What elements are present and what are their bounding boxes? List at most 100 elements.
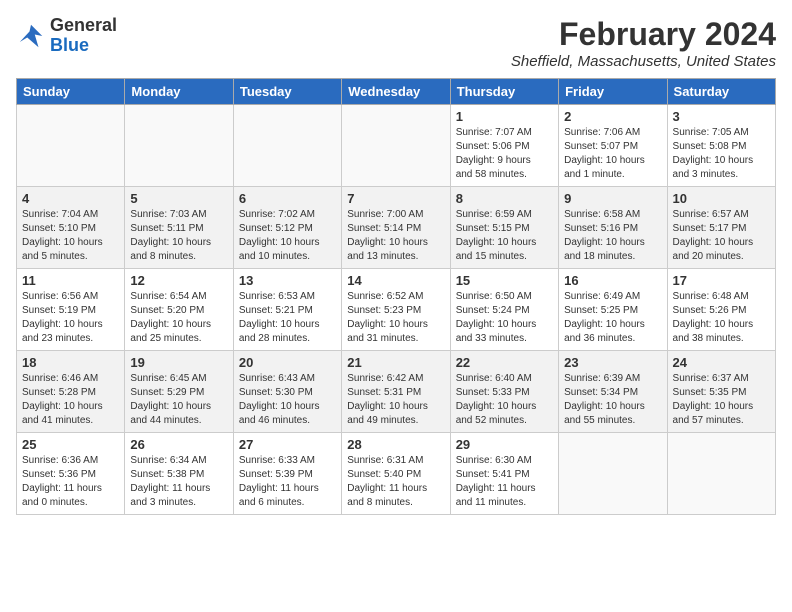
day-info: Sunrise: 7:02 AM Sunset: 5:12 PM Dayligh… [239,208,336,264]
calendar-day-cell: 7 Sunrise: 7:00 AM Sunset: 5:14 PM Daylig… [342,187,450,269]
day-info: Sunrise: 6:31 AM Sunset: 5:40 PM Dayligh… [347,454,444,510]
day-info: Sunrise: 6:53 AM Sunset: 5:21 PM Dayligh… [239,290,336,346]
calendar-day-cell: 22 Sunrise: 6:40 AM Sunset: 5:33 PM Dayli… [450,351,558,433]
logo-bird-icon [16,21,46,51]
calendar-day-cell: 5 Sunrise: 7:03 AM Sunset: 5:11 PM Daylig… [125,187,233,269]
calendar-header-row: SundayMondayTuesdayWednesdayThursdayFrid… [17,79,776,105]
day-info: Sunrise: 6:46 AM Sunset: 5:28 PM Dayligh… [22,372,119,428]
day-info: Sunrise: 6:34 AM Sunset: 5:38 PM Dayligh… [130,454,227,510]
day-number: 16 [564,273,661,288]
calendar-day-cell: 10 Sunrise: 6:57 AM Sunset: 5:17 PM Dayli… [667,187,775,269]
calendar-day-cell [233,105,341,187]
day-number: 6 [239,191,336,206]
calendar-day-cell [342,105,450,187]
calendar-day-cell: 26 Sunrise: 6:34 AM Sunset: 5:38 PM Dayli… [125,433,233,515]
day-number: 28 [347,437,444,452]
day-info: Sunrise: 6:43 AM Sunset: 5:30 PM Dayligh… [239,372,336,428]
calendar-day-cell: 8 Sunrise: 6:59 AM Sunset: 5:15 PM Daylig… [450,187,558,269]
day-number: 5 [130,191,227,206]
calendar-day-cell: 15Sunrise: 6:50 AM Sunset: 5:24 PM Dayli… [450,269,558,351]
day-number: 7 [347,191,444,206]
calendar-day-cell: 3Sunrise: 7:05 AM Sunset: 5:08 PM Daylig… [667,105,775,187]
day-number: 8 [456,191,553,206]
day-info: Sunrise: 6:30 AM Sunset: 5:41 PM Dayligh… [456,454,553,510]
calendar-week-row: 11 Sunrise: 6:56 AM Sunset: 5:19 PM Dayli… [17,269,776,351]
title-area: February 2024 Sheffield, Massachusetts, … [511,16,776,70]
calendar-header: SundayMondayTuesdayWednesdayThursdayFrid… [17,79,776,105]
day-number: 1 [456,109,553,124]
calendar-day-cell: 21 Sunrise: 6:42 AM Sunset: 5:31 PM Dayli… [342,351,450,433]
calendar-day-cell: 29 Sunrise: 6:30 AM Sunset: 5:41 PM Dayli… [450,433,558,515]
day-number: 18 [22,355,119,370]
calendar-day-cell: 13 Sunrise: 6:53 AM Sunset: 5:21 PM Dayli… [233,269,341,351]
day-number: 22 [456,355,553,370]
calendar-day-cell: 20 Sunrise: 6:43 AM Sunset: 5:30 PM Dayli… [233,351,341,433]
calendar-day-cell [125,105,233,187]
calendar-header-cell: Monday [125,79,233,105]
day-info: Sunrise: 6:48 AM Sunset: 5:26 PM Dayligh… [673,290,770,346]
calendar-day-cell: 2 Sunrise: 7:06 AM Sunset: 5:07 PM Daylig… [559,105,667,187]
calendar-header-cell: Tuesday [233,79,341,105]
calendar-header-cell: Wednesday [342,79,450,105]
day-info: Sunrise: 7:05 AM Sunset: 5:08 PM Dayligh… [673,126,770,182]
day-number: 20 [239,355,336,370]
calendar-day-cell [559,433,667,515]
calendar-day-cell: 17Sunrise: 6:48 AM Sunset: 5:26 PM Dayli… [667,269,775,351]
logo: General Blue [16,16,117,56]
page-title: February 2024 [511,16,776,53]
day-info: Sunrise: 6:56 AM Sunset: 5:19 PM Dayligh… [22,290,119,346]
day-number: 24 [673,355,770,370]
day-info: Sunrise: 7:04 AM Sunset: 5:10 PM Dayligh… [22,208,119,264]
calendar-header-cell: Friday [559,79,667,105]
day-number: 29 [456,437,553,452]
calendar-header-cell: Saturday [667,79,775,105]
day-info: Sunrise: 7:00 AM Sunset: 5:14 PM Dayligh… [347,208,444,264]
calendar-week-row: 4 Sunrise: 7:04 AM Sunset: 5:10 PM Daylig… [17,187,776,269]
day-number: 13 [239,273,336,288]
calendar-header-cell: Thursday [450,79,558,105]
day-info: Sunrise: 6:42 AM Sunset: 5:31 PM Dayligh… [347,372,444,428]
calendar-body: 1 Sunrise: 7:07 AM Sunset: 5:06 PM Daylig… [17,105,776,515]
calendar-day-cell: 27Sunrise: 6:33 AM Sunset: 5:39 PM Dayli… [233,433,341,515]
day-number: 23 [564,355,661,370]
day-info: Sunrise: 6:36 AM Sunset: 5:36 PM Dayligh… [22,454,119,510]
header: General Blue February 2024 Sheffield, Ma… [16,16,776,70]
day-info: Sunrise: 6:40 AM Sunset: 5:33 PM Dayligh… [456,372,553,428]
calendar-day-cell [17,105,125,187]
day-info: Sunrise: 6:57 AM Sunset: 5:17 PM Dayligh… [673,208,770,264]
day-number: 9 [564,191,661,206]
calendar-day-cell: 4 Sunrise: 7:04 AM Sunset: 5:10 PM Daylig… [17,187,125,269]
day-number: 11 [22,273,119,288]
day-number: 21 [347,355,444,370]
day-number: 10 [673,191,770,206]
day-number: 12 [130,273,227,288]
calendar-day-cell [667,433,775,515]
calendar-week-row: 18 Sunrise: 6:46 AM Sunset: 5:28 PM Dayli… [17,351,776,433]
calendar-day-cell: 12Sunrise: 6:54 AM Sunset: 5:20 PM Dayli… [125,269,233,351]
calendar-day-cell: 23Sunrise: 6:39 AM Sunset: 5:34 PM Dayli… [559,351,667,433]
day-info: Sunrise: 6:45 AM Sunset: 5:29 PM Dayligh… [130,372,227,428]
day-number: 25 [22,437,119,452]
day-number: 2 [564,109,661,124]
day-info: Sunrise: 7:06 AM Sunset: 5:07 PM Dayligh… [564,126,661,182]
day-info: Sunrise: 6:37 AM Sunset: 5:35 PM Dayligh… [673,372,770,428]
day-number: 14 [347,273,444,288]
day-info: Sunrise: 6:58 AM Sunset: 5:16 PM Dayligh… [564,208,661,264]
calendar-day-cell: 25 Sunrise: 6:36 AM Sunset: 5:36 PM Dayli… [17,433,125,515]
day-info: Sunrise: 7:07 AM Sunset: 5:06 PM Dayligh… [456,126,553,182]
calendar-day-cell: 18 Sunrise: 6:46 AM Sunset: 5:28 PM Dayli… [17,351,125,433]
day-info: Sunrise: 6:59 AM Sunset: 5:15 PM Dayligh… [456,208,553,264]
calendar-day-cell: 28 Sunrise: 6:31 AM Sunset: 5:40 PM Dayli… [342,433,450,515]
calendar-header-cell: Sunday [17,79,125,105]
calendar-week-row: 1 Sunrise: 7:07 AM Sunset: 5:06 PM Daylig… [17,105,776,187]
calendar-week-row: 25 Sunrise: 6:36 AM Sunset: 5:36 PM Dayli… [17,433,776,515]
day-info: Sunrise: 7:03 AM Sunset: 5:11 PM Dayligh… [130,208,227,264]
calendar-table: SundayMondayTuesdayWednesdayThursdayFrid… [16,78,776,515]
day-number: 27 [239,437,336,452]
calendar-day-cell: 6 Sunrise: 7:02 AM Sunset: 5:12 PM Daylig… [233,187,341,269]
day-number: 26 [130,437,227,452]
day-number: 15 [456,273,553,288]
day-info: Sunrise: 6:52 AM Sunset: 5:23 PM Dayligh… [347,290,444,346]
day-number: 4 [22,191,119,206]
calendar-day-cell: 14 Sunrise: 6:52 AM Sunset: 5:23 PM Dayli… [342,269,450,351]
